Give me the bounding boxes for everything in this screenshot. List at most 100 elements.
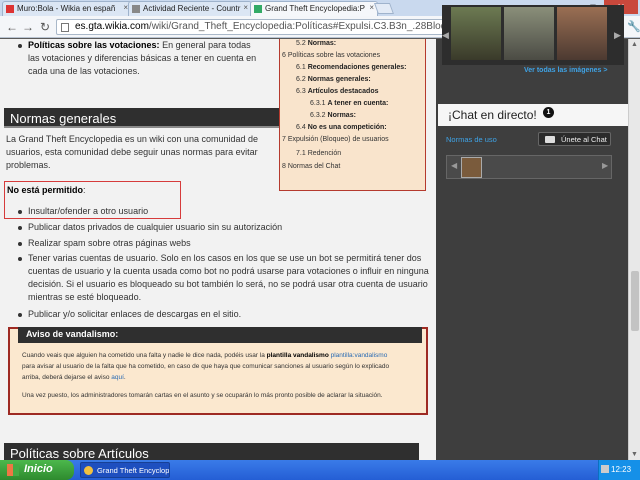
tab-label: Grand Theft Encyclopedia:P xyxy=(265,4,365,13)
chat-user-avatar[interactable] xyxy=(461,157,482,178)
toc-num: 6.4 xyxy=(296,124,306,131)
vandal-template-link[interactable]: plantilla:vandalismo xyxy=(329,352,388,359)
windows-flag-icon xyxy=(7,464,19,476)
taskbar-item-label: Grand Theft Encyclop... xyxy=(97,466,170,475)
vandalism-notice-title: Aviso de vandalismo: xyxy=(18,327,422,343)
article-body: Políticas sobre las votaciones: En gener… xyxy=(0,39,436,460)
page-scrollbar[interactable]: ▲ ▼ xyxy=(628,39,640,460)
counter-strike-favicon-icon xyxy=(132,5,140,13)
photo-gallery: ◀ ▶ xyxy=(442,5,624,65)
toc-num: 6 xyxy=(282,52,286,59)
toc-num: 8 xyxy=(282,163,286,170)
toc-num: 7.1 xyxy=(296,150,306,157)
gallery-prev-icon[interactable]: ◀ xyxy=(442,30,449,41)
votaciones-text: En general para todas xyxy=(159,40,251,50)
toc-item[interactable]: 6.3 Artículos destacados xyxy=(296,88,379,95)
bot-rule-line: Tener varias cuentas de usuario. Solo en… xyxy=(28,253,422,263)
toc-item[interactable]: 5.2 Normas: xyxy=(296,40,336,47)
back-arrow-icon[interactable]: ← xyxy=(4,19,20,35)
vandal-aqui-link[interactable]: aquí xyxy=(111,374,124,381)
tab-gta-encyclopedia[interactable]: Grand Theft Encyclopedia:P × xyxy=(250,1,378,16)
toc-item[interactable]: 7.1 Redención xyxy=(296,150,341,157)
tab-actividad-reciente[interactable]: Actividad Reciente - Countr × xyxy=(128,1,252,16)
join-chat-button[interactable]: Únete al Chat xyxy=(538,132,611,146)
new-tab-button[interactable] xyxy=(373,3,395,14)
vandal-template-bold: plantilla vandalismo xyxy=(266,352,329,359)
toc-num: 6.2 xyxy=(296,76,306,83)
chat-users-next-icon[interactable]: ▶ xyxy=(602,161,608,170)
votaciones-line3: cada una de las votaciones. xyxy=(28,66,140,76)
gallery-thumbnail[interactable] xyxy=(451,7,501,60)
rule-item-downloads: Publicar y/o solicitar enlaces de descar… xyxy=(28,309,242,319)
chat-count-badge: 1 xyxy=(543,107,554,118)
forward-arrow-icon[interactable]: → xyxy=(20,19,36,35)
tab-close-icon[interactable]: × xyxy=(369,3,374,12)
chat-title: ¡Chat en directo! xyxy=(448,108,537,122)
bullet xyxy=(18,313,22,317)
para1-line1: La Grand Theft Encyclopedia es un wiki c… xyxy=(6,134,258,144)
chat-rules-link[interactable]: Normas de uso xyxy=(446,135,497,144)
toc-num: 6.1 xyxy=(296,64,306,71)
vandal-text: Cuando veais que alguien ha cometido una… xyxy=(22,352,267,359)
wrench-menu-icon[interactable]: 🔧 xyxy=(627,20,640,33)
bullet xyxy=(18,257,22,261)
tab-label: Actividad Reciente - Countr xyxy=(143,4,241,13)
gallery-next-icon[interactable]: ▶ xyxy=(614,30,621,41)
tab-close-icon[interactable]: × xyxy=(243,3,248,12)
toc-item[interactable]: 6.3.1 A tener en cuenta: xyxy=(310,100,388,107)
scroll-up-icon[interactable]: ▲ xyxy=(631,41,638,48)
table-of-contents: 5.2 Normas: 6 Políticas sobre las votaci… xyxy=(279,39,426,191)
gallery-thumbnail[interactable] xyxy=(557,7,607,60)
toc-item[interactable]: 6.4 No es una competición: xyxy=(296,124,387,131)
rule-item: Realizar spam sobre otras páginas webs xyxy=(28,238,191,248)
rule-item: Insultar/ofender a otro usuario xyxy=(28,206,149,216)
tray-icon[interactable] xyxy=(601,465,609,473)
vandalism-line3: arriba, deberá dejarse el aviso aquí. xyxy=(22,373,422,383)
para1-line3: problemas. xyxy=(6,160,51,170)
toc-label: No es una competición: xyxy=(307,124,387,131)
wikia-favicon-icon xyxy=(6,5,14,13)
para1-line2: usuarios, esta comunidad debe seguir una… xyxy=(6,147,258,157)
toc-label: Normas del Chat xyxy=(287,163,341,170)
section-title: Políticas sobre Artículos xyxy=(10,446,149,460)
gta-favicon-icon xyxy=(254,5,262,13)
toc-label: Redención xyxy=(307,150,342,157)
right-rail xyxy=(436,39,628,460)
votaciones-bullet: Políticas sobre las votaciones: En gener… xyxy=(28,39,288,52)
votaciones-line2: las votaciones y diferencias básicas a t… xyxy=(28,53,257,63)
vandalism-line1: Cuando veais que alguien ha cometido una… xyxy=(22,351,422,361)
join-chat-label: Únete al Chat xyxy=(561,135,607,144)
bullet xyxy=(18,44,22,48)
toc-item[interactable]: 6.1 Recomendaciones generales: xyxy=(296,64,407,71)
toc-item[interactable]: 6.3.2 Normas: xyxy=(310,112,356,119)
vandal-text: arriba, deberá dejarse el aviso xyxy=(22,374,112,381)
bot-rule-line: mientras se esté bloqueado. xyxy=(28,292,142,302)
chrome-icon xyxy=(84,466,93,475)
section-title: Normas generales xyxy=(10,111,117,126)
toc-item[interactable]: 8 Normas del Chat xyxy=(282,163,340,170)
taskbar-chrome-item[interactable]: Grand Theft Encyclop... xyxy=(80,462,170,478)
toc-label: Recomendaciones generales: xyxy=(307,64,407,71)
vandalism-notice-box: Aviso de vandalismo: Cuando veais que al… xyxy=(8,327,428,415)
toc-label: Políticas sobre las votaciones xyxy=(287,52,381,59)
toc-item[interactable]: 7 Expulsión (Bloqueo) de usuarios xyxy=(282,136,389,143)
toc-item[interactable]: 6.2 Normas generales: xyxy=(296,76,371,83)
toc-label: A tener en cuenta: xyxy=(327,100,389,107)
tab-muro-bola[interactable]: Muro:Bola - Wikia en españ × xyxy=(2,1,132,16)
vandalism-line4: Una vez puesto, los administradores toma… xyxy=(22,392,383,399)
toc-item[interactable]: 6 Políticas sobre las votaciones xyxy=(282,52,380,59)
see-all-images-link[interactable]: Ver todas las imágenes > xyxy=(524,67,607,74)
toc-label: Normas generales: xyxy=(307,76,371,83)
scrollbar-thumb[interactable] xyxy=(631,271,639,331)
reload-icon[interactable]: ↻ xyxy=(37,19,53,35)
toc-label: Artículos destacados xyxy=(307,88,379,95)
section-heading-politicas-articulos: Políticas sobre Artículos xyxy=(4,443,419,460)
scroll-down-icon[interactable]: ▼ xyxy=(631,451,638,458)
page-viewport: Políticas sobre las votaciones: En gener… xyxy=(0,39,628,460)
chat-users-prev-icon[interactable]: ◀ xyxy=(451,161,457,170)
windows-taskbar: Inicio Grand Theft Encyclop... 12:23 xyxy=(0,460,640,480)
start-button[interactable]: Inicio xyxy=(0,460,74,480)
toc-num: 6.3.2 xyxy=(310,112,326,119)
clock: 12:23 xyxy=(611,465,632,474)
gallery-thumbnail[interactable] xyxy=(504,7,554,60)
